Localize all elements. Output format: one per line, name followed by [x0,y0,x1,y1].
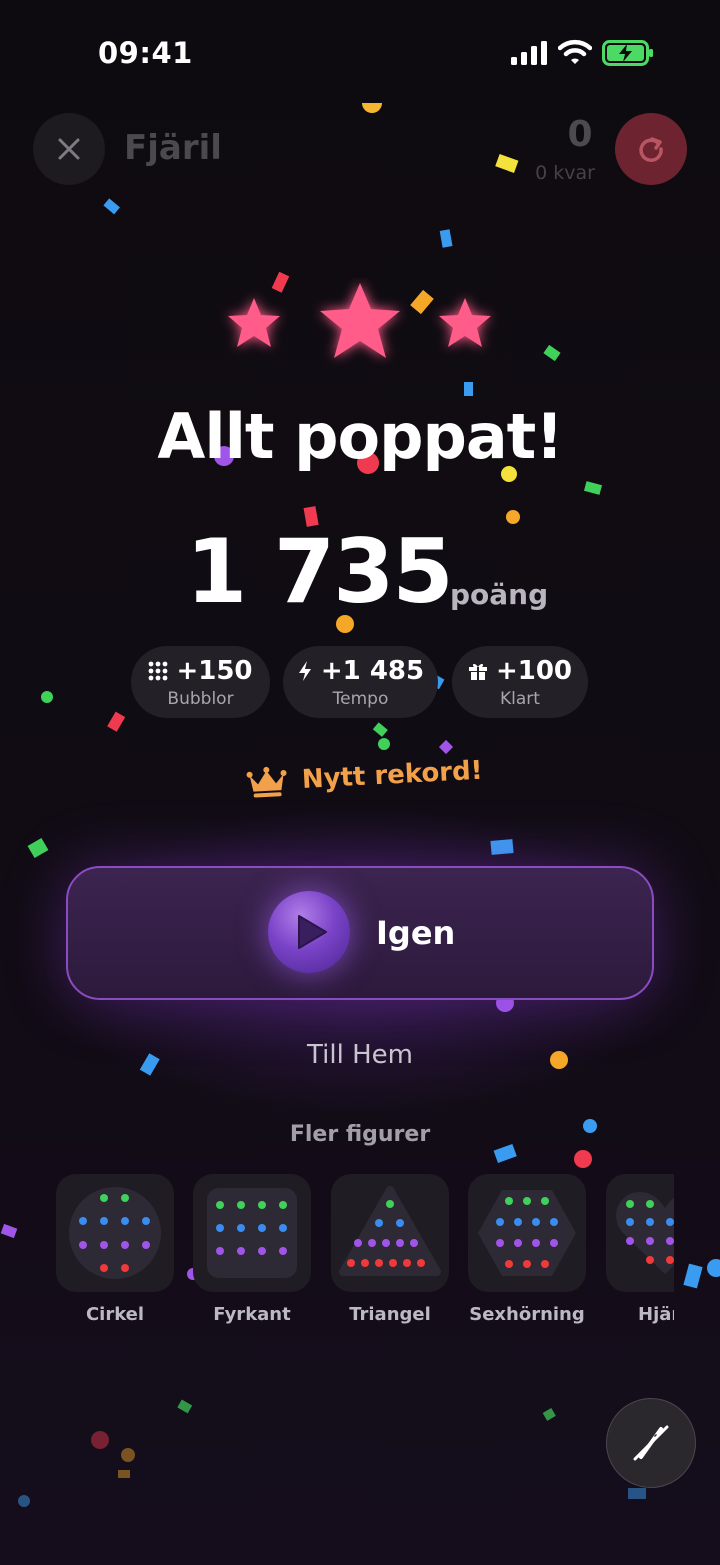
shape-card-label: Sexhörning [469,1304,585,1325]
remaining-label: 0 kvar [535,162,595,184]
shape-card-triangle[interactable]: Triangel [331,1174,449,1325]
triangle-shape-preview [339,1186,441,1276]
score-unit: poäng [450,578,549,611]
bonus-label: Bubblor [167,689,234,709]
magic-wand-off-icon [633,1425,669,1461]
crown-icon [246,766,287,798]
bonus-chip-clear: +100 Klart [452,646,588,718]
bonus-label: Tempo [332,689,389,709]
effects-toggle-button[interactable] [606,1398,696,1488]
bonus-value: +150 [176,656,253,686]
remaining-count: 0 [567,114,593,155]
close-button[interactable] [33,113,105,185]
shape-card-circle[interactable]: Cirkel [56,1174,174,1325]
bonus-value: +100 [495,656,573,686]
star-icon [228,298,280,347]
close-icon [58,138,80,160]
more-shapes-title: Fler figurer [289,1122,431,1147]
heart-shape-preview [616,1192,674,1274]
circle-shape-preview [69,1187,161,1279]
battery-charging-icon [602,40,653,66]
result-headline: Allt poppat! [157,400,563,473]
wifi-icon [558,39,592,64]
restart-button[interactable] [615,113,687,185]
play-again-label: Igen [376,914,456,952]
shape-card-label: Fyrkant [213,1304,291,1325]
play-again-button[interactable]: Igen [66,866,654,1000]
shape-card-hexagon[interactable]: Sexhörning [468,1174,586,1325]
new-record-label: Nytt rekord! [301,755,484,796]
bonus-chip-tempo: +1 485 Tempo [283,646,438,718]
shape-card-label: Cirkel [85,1304,145,1325]
status-time: 09:41 [98,36,193,70]
grid-dots-icon [149,661,168,681]
shape-card-label: Triangel [349,1304,431,1325]
lightning-icon [298,661,311,681]
restart-icon [639,137,663,162]
gift-icon [468,663,487,680]
shape-card-label: Hjär [638,1304,674,1325]
bonus-chip-bubbles: +150 Bubblor [131,646,270,718]
bonus-value: +1 485 [320,656,425,686]
hexagon-shape-preview [478,1190,576,1276]
star-rating [228,283,491,358]
go-home-link[interactable]: Till Hem [0,1040,720,1070]
shape-card-heart[interactable]: Hjär [606,1174,674,1325]
score-value: 1 735 [186,520,454,623]
star-icon [439,298,491,347]
puzzle-title: Fjäril [124,128,222,168]
cellular-signal-icon [511,41,547,65]
more-shapes-carousel[interactable]: Cirkel Fyrkant Triangel Sexhörning Hjä [56,1174,674,1334]
play-icon [268,891,350,973]
square-shape-preview [207,1188,297,1278]
shape-card-square[interactable]: Fyrkant [193,1174,311,1325]
star-icon [320,283,400,358]
bonus-label: Klart [500,689,540,709]
